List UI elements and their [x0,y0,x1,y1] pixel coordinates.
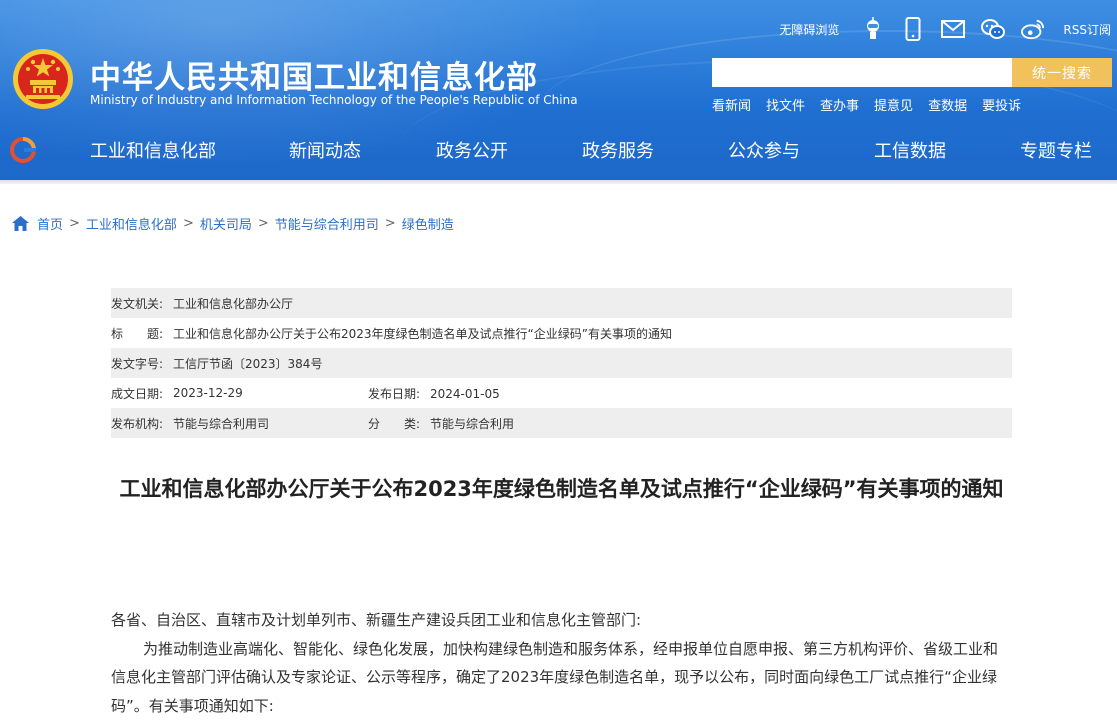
nav-item-gov-affairs[interactable]: 政务公开 [436,137,508,163]
breadcrumb-separator: > [69,216,80,231]
quick-link-feedback[interactable]: 提意见 [874,95,913,114]
meta-category-group: 分 类:节能与综合利用 [368,415,514,432]
national-emblem-icon[interactable] [12,48,74,110]
site-header: 中华人民共和国工业和信息化部 Ministry of Industry and … [0,0,1117,184]
breadcrumb-miit[interactable]: 工业和信息化部 [86,214,177,233]
nav-item-news[interactable]: 新闻动态 [289,137,361,163]
meta-label: 发文机关: [111,295,173,312]
meta-label: 标 题: [111,325,173,342]
meta-label: 发布机构: [111,415,173,432]
meta-published-group: 发布日期:2024-01-05 [368,385,500,402]
wechat-icon[interactable] [981,17,1005,41]
nav-item-gov-services[interactable]: 政务服务 [582,137,654,163]
meta-label: 成文日期: [111,385,173,402]
top-utility-links: 无障碍浏览 RSS订阅 [779,14,1111,44]
document-title: 工业和信息化部办公厅关于公布2023年度绿色制造名单及试点推行“企业绿码”有关事… [111,472,1012,506]
quick-link-files[interactable]: 找文件 [766,95,805,114]
breadcrumb: 首页 > 工业和信息化部 > 机关司局 > 节能与综合利用司 > 绿色制造 [12,214,454,233]
nav-item-special-topics[interactable]: 专题专栏 [1020,137,1092,163]
meta-value-written-date: 2023-12-29 [173,386,243,400]
nav-item-public-participation[interactable]: 公众参与 [728,137,800,163]
breadcrumb-energy-dept[interactable]: 节能与综合利用司 [275,214,379,233]
breadcrumb-departments[interactable]: 机关司局 [200,214,252,233]
robot-icon[interactable] [861,17,885,41]
miit-logo-icon[interactable] [10,137,36,163]
meta-row-title: 标 题: 工业和信息化部办公厅关于公布2023年度绿色制造名单及试点推行“企业绿… [111,318,1012,348]
meta-value-category: 节能与综合利用 [430,417,514,431]
meta-value-published-date: 2024-01-05 [430,387,500,401]
search-button[interactable]: 统一搜索 [1012,58,1112,87]
nav-item-miit[interactable]: 工业和信息化部 [90,137,216,163]
breadcrumb-separator: > [183,216,194,231]
breadcrumb-separator: > [258,216,269,231]
breadcrumb-home[interactable]: 首页 [37,214,63,233]
mobile-icon[interactable] [901,17,925,41]
meta-value-doc-number: 工信厅节函〔2023〕384号 [173,355,322,372]
quick-links: 看新闻 找文件 查办事 提意见 查数据 要投诉 [712,95,1036,114]
nav-shadow [0,180,1117,184]
quick-link-data[interactable]: 查数据 [928,95,967,114]
breadcrumb-separator: > [385,216,396,231]
home-icon[interactable] [12,216,29,231]
accessibility-link[interactable]: 无障碍浏览 [779,21,839,38]
document-salutation: 各省、自治区、直辖市及计划单列市、新疆生产建设兵团工业和信息化主管部门: [111,606,1012,635]
nav-item-data[interactable]: 工信数据 [874,137,946,163]
site-subtitle-en: Ministry of Industry and Information Tec… [90,93,578,107]
meta-label: 发文字号: [111,355,173,372]
main-nav: 工业和信息化部 新闻动态 政务公开 政务服务 公众参与 工信数据 专题专栏 [0,118,1117,182]
weibo-icon[interactable] [1021,17,1045,41]
search-input[interactable] [712,58,1012,87]
meta-row-dates: 成文日期: 2023-12-29 发布日期:2024-01-05 [111,378,1012,408]
quick-link-services[interactable]: 查办事 [820,95,859,114]
meta-value-org: 节能与综合利用司 [173,415,269,432]
meta-value-issuer: 工业和信息化部办公厅 [173,295,293,312]
document-body: 各省、自治区、直辖市及计划单列市、新疆生产建设兵团工业和信息化主管部门: 为推动… [111,606,1012,720]
meta-row-issuer: 发文机关: 工业和信息化部办公厅 [111,288,1012,318]
meta-label: 发布日期: [368,385,430,402]
document-paragraph: 为推动制造业高端化、智能化、绿色化发展，加快构建绿色制造和服务体系，经申报单位自… [111,635,1012,720]
meta-value-title: 工业和信息化部办公厅关于公布2023年度绿色制造名单及试点推行“企业绿码”有关事… [173,325,672,342]
document-meta-table: 发文机关: 工业和信息化部办公厅 标 题: 工业和信息化部办公厅关于公布2023… [111,288,1012,438]
quick-link-complaint[interactable]: 要投诉 [982,95,1021,114]
breadcrumb-green-manufacturing[interactable]: 绿色制造 [402,214,454,233]
meta-row-doc-number: 发文字号: 工信厅节函〔2023〕384号 [111,348,1012,378]
site-title[interactable]: 中华人民共和国工业和信息化部 [90,52,538,97]
quick-link-news[interactable]: 看新闻 [712,95,751,114]
meta-row-org: 发布机构: 节能与综合利用司 分 类:节能与综合利用 [111,408,1012,438]
meta-label: 分 类: [368,415,430,432]
mail-icon[interactable] [941,17,965,41]
rss-link[interactable]: RSS订阅 [1063,21,1111,38]
